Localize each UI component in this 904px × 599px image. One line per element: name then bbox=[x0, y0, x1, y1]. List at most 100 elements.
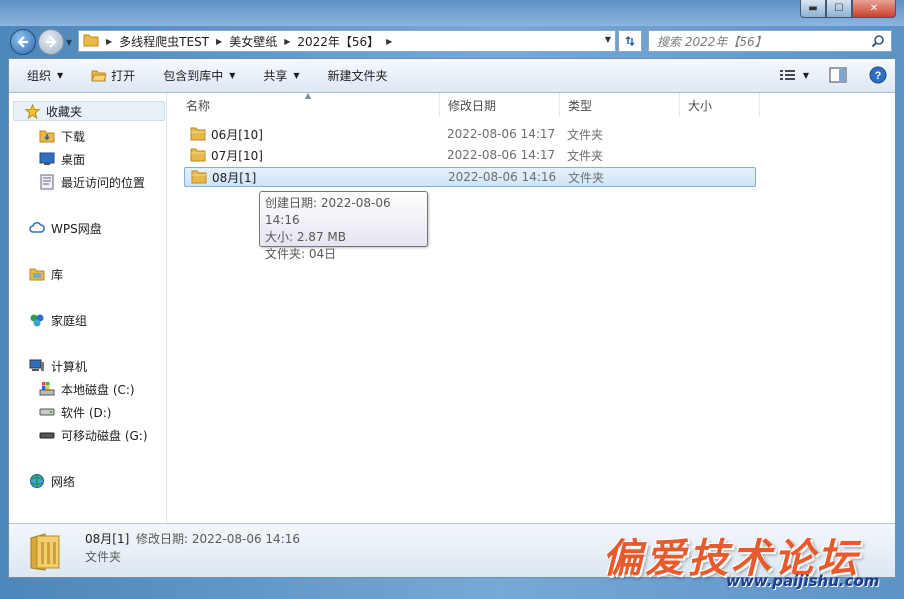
view-options-icon[interactable]: ▼ bbox=[779, 68, 809, 82]
sidebar-item-label: 桌面 bbox=[61, 152, 86, 167]
sidebar-item-favorites[interactable]: 收藏夹 bbox=[13, 101, 165, 121]
arrow-left-icon bbox=[17, 36, 28, 48]
forward-button[interactable] bbox=[38, 29, 64, 55]
sidebar-item-downloads[interactable]: 下载 bbox=[39, 126, 85, 146]
system-drive-icon bbox=[39, 381, 55, 397]
open-label: 打开 bbox=[111, 69, 136, 83]
details-modified: 修改日期: 2022-08-06 14:16 bbox=[136, 532, 300, 546]
open-button[interactable]: 打开 bbox=[91, 67, 135, 84]
file-list: ▲ 名称 修改日期 类型 大小 06月[10] 2022-08-06 14:17… bbox=[168, 91, 895, 523]
sidebar-item-label: 软件 (D:) bbox=[61, 405, 112, 420]
folder-icon bbox=[190, 148, 206, 162]
address-history-dropdown[interactable]: ▼ bbox=[605, 35, 611, 44]
search-input[interactable]: 搜索 2022年【56】 bbox=[648, 30, 892, 52]
share-label: 共享 bbox=[263, 69, 288, 83]
details-file-name: 08月[1] bbox=[85, 532, 130, 546]
window-controls: ▬ ☐ ✕ bbox=[800, 0, 896, 18]
tooltip-size: 大小: 2.87 MB bbox=[265, 230, 346, 244]
include-in-library-button[interactable]: 包含到库中 ▼ bbox=[163, 67, 235, 84]
sidebar-item-recent[interactable]: 最近访问的位置 bbox=[39, 172, 145, 192]
column-header-modified[interactable]: 修改日期 bbox=[440, 93, 560, 117]
caret-down-icon: ▼ bbox=[802, 70, 809, 80]
sidebar-item-network[interactable]: 网络 bbox=[29, 471, 75, 491]
sidebar-item-label: 计算机 bbox=[51, 359, 88, 374]
file-name: 07月[10] bbox=[211, 148, 263, 163]
file-row[interactable]: 07月[10] 2022-08-06 14:17 文件夹 bbox=[184, 145, 756, 165]
column-header-size[interactable]: 大小 bbox=[680, 93, 760, 117]
folder-icon bbox=[190, 127, 206, 141]
sidebar-item-desktop[interactable]: 桌面 bbox=[39, 149, 85, 169]
chevron-right-icon[interactable]: ▶ bbox=[216, 37, 222, 46]
sidebar-item-label: 下载 bbox=[61, 129, 86, 144]
address-bar[interactable]: ▶ 多线程爬虫TEST ▶ 美女壁纸 ▶ 2022年【56】 ▶ ▼ bbox=[78, 30, 616, 52]
chevron-right-icon[interactable]: ▶ bbox=[386, 37, 392, 46]
command-bar: 组织 ▼ 打开 包含到库中 ▼ 共享 ▼ 新建文件夹 ▼ ? bbox=[9, 59, 895, 93]
navigation-bar: ▼ ▶ 多线程爬虫TEST ▶ 美女壁纸 ▶ 2022年【56】 ▶ ▼ 搜索 … bbox=[0, 26, 904, 56]
file-name-cell: 07月[10] bbox=[190, 147, 263, 164]
sidebar-item-label: 家庭组 bbox=[51, 313, 88, 328]
search-placeholder: 搜索 2022年【56】 bbox=[657, 34, 767, 49]
watermark-url: www.paijishu.com bbox=[726, 572, 880, 590]
sidebar-item-label: 网络 bbox=[51, 474, 76, 489]
refresh-icon bbox=[625, 35, 635, 47]
arrow-right-icon bbox=[46, 36, 57, 48]
caret-down-icon: ▼ bbox=[293, 71, 300, 80]
folder-icon bbox=[191, 170, 207, 184]
refresh-button[interactable] bbox=[618, 30, 642, 52]
file-row-selected[interactable]: 08月[1] 2022-08-06 14:16 文件夹 bbox=[184, 167, 756, 187]
breadcrumb-item[interactable]: 多线程爬虫TEST bbox=[119, 33, 209, 50]
sidebar-item-label: 收藏夹 bbox=[46, 104, 83, 119]
file-name: 08月[1] bbox=[212, 170, 257, 185]
sidebar-item-label: 可移动磁盘 (G:) bbox=[61, 428, 148, 443]
recent-pages-dropdown[interactable]: ▼ bbox=[66, 38, 72, 47]
new-folder-button[interactable]: 新建文件夹 bbox=[328, 67, 388, 84]
file-type: 文件夹 bbox=[568, 170, 605, 185]
search-icon[interactable] bbox=[871, 34, 885, 51]
chevron-right-icon[interactable]: ▶ bbox=[106, 37, 112, 46]
column-header-type[interactable]: 类型 bbox=[560, 93, 680, 117]
file-type: 文件夹 bbox=[567, 148, 604, 163]
sidebar-item-wps[interactable]: WPS网盘 bbox=[29, 218, 102, 238]
close-button[interactable]: ✕ bbox=[852, 0, 896, 18]
sidebar-item-drive-g[interactable]: 可移动磁盘 (G:) bbox=[39, 425, 148, 445]
breadcrumb-item[interactable]: 2022年【56】 bbox=[297, 33, 379, 50]
window-title-bar: ▬ ☐ ✕ bbox=[0, 0, 904, 26]
caret-down-icon: ▼ bbox=[57, 71, 64, 80]
toolbar-right: ▼ ? bbox=[779, 66, 887, 84]
sidebar-item-label: 本地磁盘 (C:) bbox=[61, 382, 135, 397]
navigation-pane: 收藏夹 下载 桌面 最近访问的位置 WPS网盘 库 家庭组 计算机 本地磁盘 (… bbox=[9, 93, 167, 523]
preview-pane-icon[interactable] bbox=[829, 67, 847, 83]
maximize-button[interactable]: ☐ bbox=[826, 0, 852, 18]
large-folder-icon bbox=[27, 530, 63, 575]
breadcrumb-item[interactable]: 美女壁纸 bbox=[229, 33, 277, 50]
forum-watermark: 偏爱技术论坛 www.paijishu.com bbox=[600, 524, 900, 594]
chevron-right-icon[interactable]: ▶ bbox=[284, 37, 290, 46]
open-folder-icon bbox=[91, 69, 107, 83]
sidebar-item-homegroup[interactable]: 家庭组 bbox=[29, 310, 87, 330]
help-icon[interactable]: ? bbox=[869, 66, 887, 84]
sidebar-item-drive-d[interactable]: 软件 (D:) bbox=[39, 402, 111, 422]
sidebar-item-libraries[interactable]: 库 bbox=[29, 264, 63, 284]
file-name: 06月[10] bbox=[211, 127, 263, 142]
file-type: 文件夹 bbox=[567, 127, 604, 142]
file-row[interactable]: 06月[10] 2022-08-06 14:17 文件夹 bbox=[184, 124, 756, 144]
organize-label: 组织 bbox=[27, 69, 52, 83]
file-modified: 2022-08-06 14:16 bbox=[448, 170, 557, 184]
homegroup-icon bbox=[29, 312, 45, 328]
file-name-cell: 08月[1] bbox=[191, 169, 256, 186]
network-icon bbox=[29, 473, 45, 489]
sidebar-item-computer[interactable]: 计算机 bbox=[29, 356, 87, 376]
back-button[interactable] bbox=[10, 29, 36, 55]
desktop-icon bbox=[39, 151, 55, 167]
computer-icon bbox=[29, 358, 45, 374]
folder-icon bbox=[83, 32, 99, 51]
file-modified: 2022-08-06 14:17 bbox=[447, 148, 556, 162]
file-modified: 2022-08-06 14:17 bbox=[447, 127, 556, 141]
file-info-tooltip: 创建日期: 2022-08-06 14:16 大小: 2.87 MB 文件夹: … bbox=[259, 191, 428, 261]
minimize-button[interactable]: ▬ bbox=[800, 0, 826, 18]
sidebar-item-drive-c[interactable]: 本地磁盘 (C:) bbox=[39, 379, 135, 399]
column-header-name[interactable]: 名称 bbox=[178, 93, 440, 117]
tooltip-folders: 文件夹: 04日 bbox=[265, 247, 337, 261]
share-button[interactable]: 共享 ▼ bbox=[263, 67, 299, 84]
organize-button[interactable]: 组织 ▼ bbox=[27, 67, 63, 84]
